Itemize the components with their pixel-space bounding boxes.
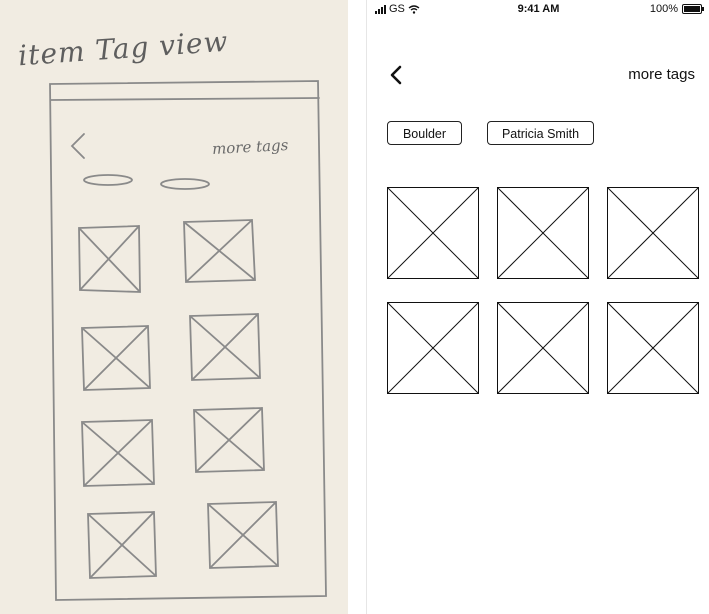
- image-thumbnail[interactable]: [607, 187, 699, 279]
- sketch-tag-oval: [160, 178, 210, 190]
- image-placeholder-icon: [607, 302, 699, 394]
- phone-mockup: GS 9:41 AM 100% more tags Boulder Patric…: [366, 0, 709, 614]
- sketch-status-line: [50, 97, 320, 101]
- back-button[interactable]: [385, 62, 409, 88]
- wireframe-canvas: item Tag view more tags GS 9:41 AM 100%: [0, 0, 709, 614]
- image-thumbnail[interactable]: [607, 302, 699, 394]
- image-placeholder-icon: [497, 187, 589, 279]
- sketch-drawing: [49, 80, 327, 601]
- tag-chip-boulder[interactable]: Boulder: [387, 121, 462, 145]
- sketch-tag-oval: [83, 174, 133, 186]
- image-placeholder-icon: [607, 187, 699, 279]
- more-tags-button[interactable]: more tags: [628, 66, 695, 83]
- sketch-phone-frame: [49, 80, 327, 601]
- chevron-left-icon: [390, 65, 402, 85]
- sketch-image-box: [87, 511, 157, 579]
- sketch-image-box: [193, 407, 265, 473]
- sketch-image-box: [183, 219, 256, 283]
- image-placeholder-icon: [387, 302, 479, 394]
- status-bar: GS 9:41 AM 100%: [367, 0, 709, 20]
- battery-percent: 100%: [649, 3, 678, 15]
- sketch-back-arrow: [70, 133, 85, 159]
- paper-sketch: item Tag view more tags: [0, 0, 348, 614]
- image-thumbnail[interactable]: [387, 187, 479, 279]
- sketch-image-box: [207, 501, 279, 569]
- image-thumbnail[interactable]: [497, 187, 589, 279]
- status-right: 100%: [649, 3, 704, 15]
- sketch-image-box: [81, 325, 151, 391]
- image-placeholder-icon: [497, 302, 589, 394]
- battery-icon: [682, 4, 704, 14]
- sketch-image-box: [78, 225, 141, 293]
- image-thumbnail[interactable]: [387, 302, 479, 394]
- tag-chip-patricia-smith[interactable]: Patricia Smith: [487, 121, 594, 145]
- image-thumbnail[interactable]: [497, 302, 589, 394]
- sketch-image-box: [81, 419, 155, 487]
- image-placeholder-icon: [387, 187, 479, 279]
- sketch-image-box: [189, 313, 261, 381]
